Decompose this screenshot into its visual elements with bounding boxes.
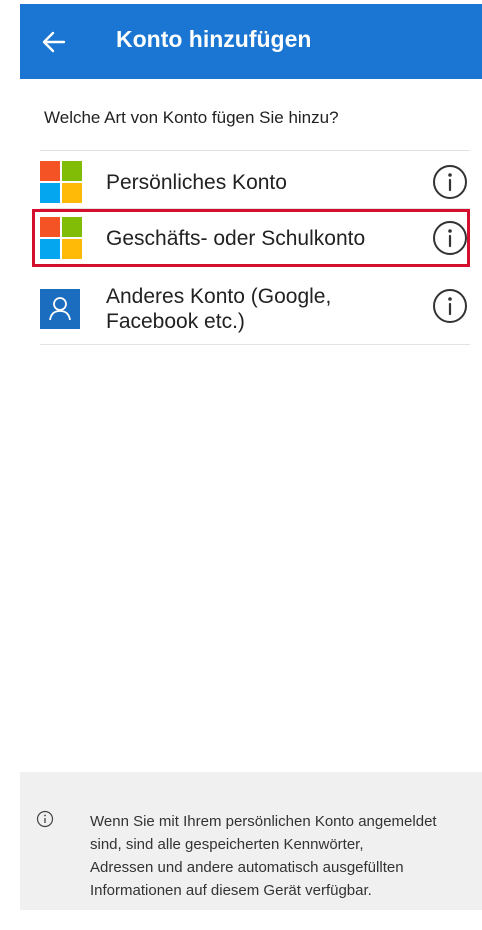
info-circle-icon[interactable]: [432, 164, 468, 200]
microsoft-logo-icon: [40, 217, 82, 259]
account-option-label: Anderes Konto (Google, Facebook etc.): [106, 284, 331, 334]
app-bar: Konto hinzufügen: [20, 4, 482, 79]
footer-line: Adressen und andere automatisch ausgefül…: [90, 859, 404, 876]
account-option-label-line2: Facebook etc.): [106, 310, 245, 333]
info-circle-icon[interactable]: [432, 220, 468, 256]
footer-line: Wenn Sie mit Ihrem persönlichen Konto an…: [90, 813, 437, 830]
divider: [40, 208, 470, 209]
account-option-label-line1: Anderes Konto (Google,: [106, 285, 332, 308]
divider: [40, 344, 470, 345]
screen: Konto hinzufügen Welche Art von Konto fü…: [20, 4, 482, 910]
arrow-left-icon[interactable]: [40, 28, 68, 56]
footer-line: Informationen auf diesem Gerät verfügbar…: [90, 882, 372, 899]
info-circle-icon[interactable]: [432, 288, 468, 324]
account-option-other[interactable]: Anderes Konto (Google, Facebook etc.): [40, 282, 482, 340]
info-circle-icon: [36, 810, 54, 828]
account-option-label: Persönliches Konto: [106, 171, 287, 194]
page-title: Konto hinzufügen: [116, 26, 312, 52]
footer-info-text: Wenn Sie mit Ihrem persönlichen Konto an…: [90, 810, 482, 902]
microsoft-logo-icon: [40, 161, 82, 203]
account-option-personal[interactable]: Persönliches Konto: [40, 160, 482, 204]
account-type-prompt: Welche Art von Konto fügen Sie hinzu?: [44, 108, 339, 127]
account-option-label: Geschäfts- oder Schulkonto: [106, 227, 366, 250]
info-footer: Wenn Sie mit Ihrem persönlichen Konto an…: [20, 772, 482, 910]
account-option-work-school[interactable]: Geschäfts- oder Schulkonto: [40, 216, 482, 260]
divider: [40, 150, 470, 151]
footer-line: sind, sind alle gespeicherten Kennwörter…: [90, 836, 364, 853]
user-icon: [40, 289, 80, 329]
